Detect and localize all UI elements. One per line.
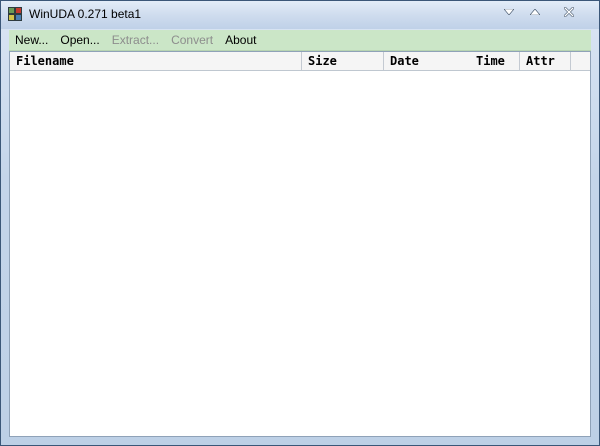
menu-new[interactable]: New...	[9, 30, 54, 50]
column-header-time[interactable]: Time	[470, 52, 520, 70]
app-icon[interactable]	[7, 6, 23, 22]
maximize-icon[interactable]	[523, 3, 547, 21]
title-bar[interactable]: WinUDA 0.271 beta1	[1, 1, 599, 29]
file-list[interactable]: Filename Size Date Time Attr	[9, 51, 591, 437]
menu-about[interactable]: About	[219, 30, 262, 50]
app-window: WinUDA 0.271 beta1 New... Open... Extrac…	[0, 0, 600, 446]
menu-convert: Convert	[171, 33, 214, 47]
close-icon[interactable]	[557, 3, 581, 21]
column-header-filename[interactable]: Filename	[10, 52, 302, 70]
menu-bar: New... Open... Extract... Convert About	[9, 30, 591, 51]
window-title: WinUDA 0.271 beta1	[29, 7, 142, 21]
list-body[interactable]	[10, 71, 590, 436]
list-header: Filename Size Date Time Attr	[10, 52, 590, 71]
column-header-attr[interactable]: Attr	[520, 52, 571, 70]
dropdown-icon[interactable]	[497, 3, 521, 21]
menu-open[interactable]: Open...	[54, 30, 105, 50]
column-header-size[interactable]: Size	[302, 52, 384, 70]
menu-extract: Extract...	[111, 33, 160, 47]
column-header-date[interactable]: Date	[384, 52, 470, 70]
